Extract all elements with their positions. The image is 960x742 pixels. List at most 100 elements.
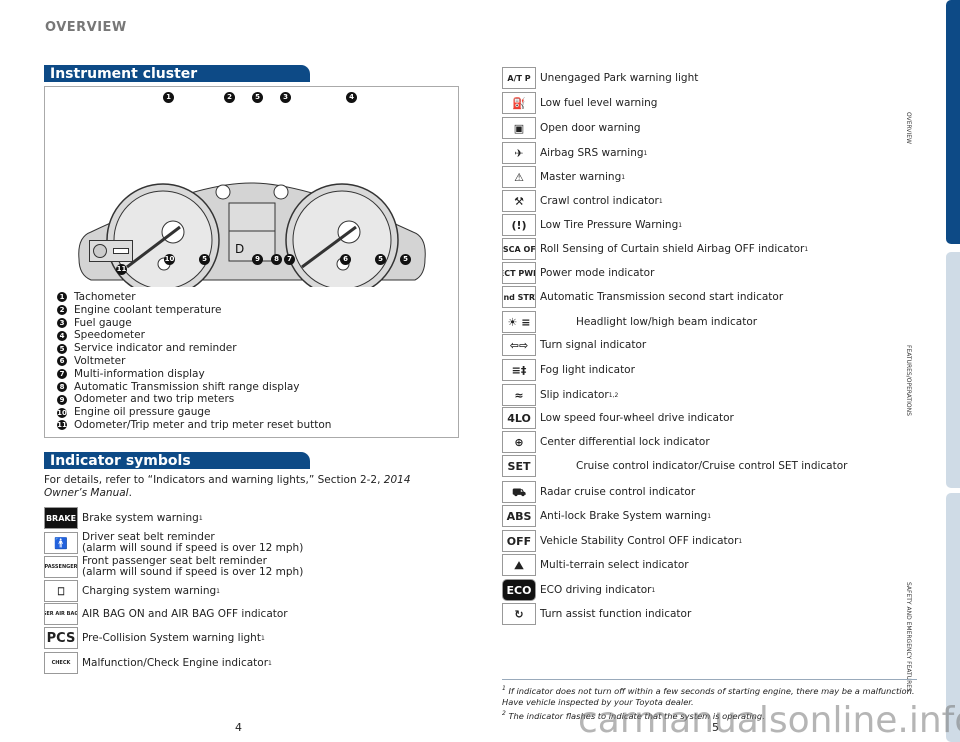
indicator-label: Automatic Transmission second start indi… [540, 291, 784, 303]
footnote-ref: 1 [804, 245, 809, 253]
footnote-ref: 1 [658, 197, 663, 205]
indicator-headlight-low-high-beam-indicator: ☀ ≡ Headlight low/high beam indicator [502, 311, 757, 333]
gear-display: D [235, 242, 244, 256]
legend-item: 7 Multi-information display [57, 368, 331, 381]
odometer-reset-panel[interactable] [89, 240, 133, 262]
indicator-label: Turn assist function indicator [540, 608, 692, 620]
indicator-label: Slip indicator [540, 389, 609, 401]
indicator-fog-light-indicator: ≡‡ Fog light indicator [502, 359, 635, 381]
off-icon: OFF [502, 530, 536, 552]
callout-8: 8 [271, 254, 282, 265]
legend-item: 2 Engine coolant temperature [57, 304, 331, 317]
abs-icon: ABS [502, 505, 536, 527]
footnote-ref: 1 [643, 149, 648, 157]
indicator-label: Roll Sensing of Curtain shield Airbag OF… [540, 243, 805, 255]
indicator-multi-terrain-select-indicator: ⛰ Multi-terrain select indicator [502, 554, 689, 576]
indicator-power-mode-indicator: ECT PWR Power mode indicator [502, 262, 654, 284]
footnote-ref: 1 [678, 221, 683, 229]
indicator-low-tire-pressure-warning: (!) Low Tire Pressure Warning 1 [502, 214, 682, 236]
indicator-label: Unengaged Park warning light [540, 72, 699, 84]
airbag-on-off-icon: PASSENGER AIR BAG OFF ON [44, 603, 78, 625]
tab-label-safety: SAFETY AND EMERGENCY FEATURES [905, 582, 912, 692]
callout-5: 5 [400, 254, 411, 265]
indicator-label: Center differential lock indicator [540, 436, 710, 448]
indicator-anti-lock-brake-system-warning: ABS Anti-lock Brake System warning 1 [502, 505, 711, 527]
tab-overview[interactable] [946, 0, 960, 244]
indicator-eco-driving-indicator: ECO ECO driving indicator 1 [502, 579, 655, 601]
indicator-label: Low Tire Pressure Warning [540, 219, 679, 231]
indicators-heading: Indicator symbols [44, 452, 310, 469]
open-door-icon: ▣ [502, 117, 536, 139]
indicator-label: Airbag SRS warning [540, 147, 644, 159]
tire-pressure-icon: (!) [502, 214, 536, 236]
headlight-icon: ☀ ≡ [502, 311, 536, 333]
master-warning-icon: ⚠ [502, 166, 536, 188]
indicator-label: Low speed four-wheel drive indicator [540, 412, 734, 424]
reset-knob[interactable] [93, 244, 107, 258]
footnote-ref: 1 [621, 173, 626, 181]
eco-icon: ECO [502, 579, 536, 601]
indicator-label: Master warning [540, 171, 622, 183]
indicator-low-fuel-level-warning: ⛽ Low fuel level warning [502, 92, 657, 114]
indicator-label: Open door warning [540, 122, 641, 134]
indicator-open-door-warning: ▣ Open door warning [502, 117, 641, 139]
indicator-passenger-seatbelt: PASSENGER Front passenger seat belt remin… [44, 555, 304, 578]
indicator-airbag-srs-warning: ✈ Airbag SRS warning 1 [502, 142, 647, 164]
legend-item: 3 Fuel gauge [57, 317, 331, 330]
indicator-label: Radar cruise control indicator [540, 486, 696, 498]
indicator-airbag-on-off: PASSENGER AIR BAG OFF ONAIR BAG ON and A… [44, 603, 288, 625]
turn-assist-icon: ↻ [502, 603, 536, 625]
a-t-p-icon: A/T P [502, 67, 536, 89]
turn-signal-icon: ⇦⇨ [502, 334, 536, 356]
odometer-window [113, 248, 129, 254]
indicator-pcs: PCS Pre-Collision System warning light 1 [44, 627, 265, 649]
check-engine-icon: CHECK [44, 652, 78, 674]
indicator-turn-signal-indicator: ⇦⇨ Turn signal indicator [502, 334, 646, 356]
indicator-automatic-transmission-second-start-indicator: 2nd STRT Automatic Transmission second st… [502, 286, 783, 308]
indicator-label: Cruise control indicator/Cruise control … [576, 460, 848, 472]
slip-icon: ≈ [502, 384, 536, 406]
2nd-strt-icon: 2nd STRT [502, 286, 536, 308]
section-title: OVERVIEW [45, 20, 127, 35]
callout-6: 6 [340, 254, 351, 265]
callout-1: 1 [163, 92, 174, 103]
passenger-seatbelt-icon: PASSENGER [44, 556, 78, 578]
battery-icon: ⎕ [44, 580, 78, 602]
tab-label-features: FEATURES/OPERATIONS [905, 345, 912, 416]
indicator-label: Multi-terrain select indicator [540, 559, 689, 571]
indicator-radar-cruise-control-indicator: ⛟ Radar cruise control indicator [502, 481, 695, 503]
callout-4: 4 [346, 92, 357, 103]
speedometer-gauge [285, 183, 399, 287]
rsca-off-icon: RSCA OFF [502, 238, 536, 260]
legend-item: 9 Odometer and two trip meters [57, 393, 331, 406]
callout-5: 5 [252, 92, 263, 103]
indicator-cruise-control-indicator-cruise-control-set-indicator: SET Cruise control indicator/Cruise contr… [502, 455, 847, 477]
indicator-label: Power mode indicator [540, 267, 655, 279]
indicator-label: Vehicle Stability Control OFF indicator [540, 535, 739, 547]
indicator-brake: BRAKE Brake system warning 1 [44, 507, 203, 529]
indicator-crawl-control-indicator: ⚒ Crawl control indicator 1 [502, 190, 663, 212]
indicator-master-warning: ⚠ Master warning 1 [502, 166, 625, 188]
callout-11: 11 [116, 264, 127, 275]
crawl-icon: ⚒ [502, 190, 536, 212]
callout-5: 5 [375, 254, 386, 265]
indicator-unengaged-park-warning-light: A/T P Unengaged Park warning light [502, 67, 698, 89]
multi-terrain-icon: ⛰ [502, 554, 536, 576]
callout-2: 2 [224, 92, 235, 103]
fog-light-icon: ≡‡ [502, 359, 536, 381]
indicator-turn-assist-function-indicator: ↻ Turn assist function indicator [502, 603, 691, 625]
indicator-label: Fog light indicator [540, 364, 635, 376]
legend-item: 4 Speedometer [57, 329, 331, 342]
indicator-label: Turn signal indicator [540, 339, 647, 351]
indicator-slip-indicator: ≈ Slip indicator 1,2 [502, 384, 618, 406]
footnote-ref: 1 [738, 537, 743, 545]
callout-9: 9 [252, 254, 263, 265]
footnote-ref: 1 [651, 586, 656, 594]
airbag-icon: ✈ [502, 142, 536, 164]
indicator-label: Headlight low/high beam indicator [576, 316, 758, 328]
ect-pwr-icon: ECT PWR [502, 262, 536, 284]
indicator-low-speed-four-wheel-drive-indicator: 4LO Low speed four-wheel drive indicator [502, 407, 734, 429]
indicator-label: ECO driving indicator [540, 584, 652, 596]
tab-features[interactable] [946, 252, 960, 488]
indicator-label: Low fuel level warning [540, 97, 658, 109]
